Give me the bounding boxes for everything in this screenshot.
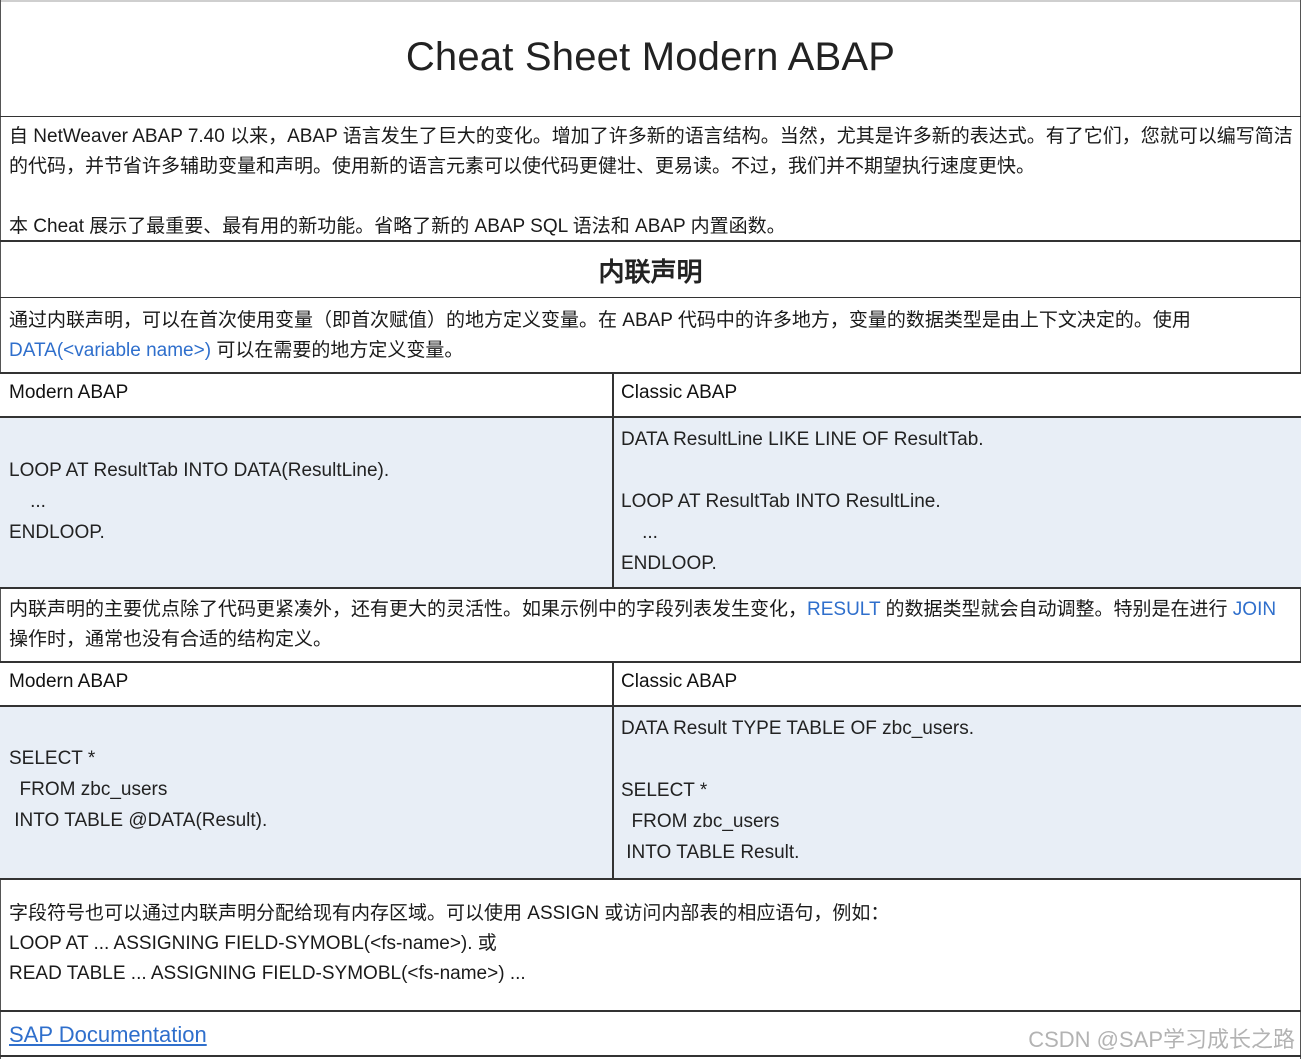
footer: SAP Documentation CSDN @SAP学习成长之路 (0, 1010, 1301, 1059)
table-2-header-classic: Classic ABAP (621, 671, 738, 692)
field-symbols-line-1: 字段符号也可以通过内联声明分配给现有内存区域。可以使用 ASSIGN 或访问内部… (9, 903, 890, 924)
desc-text-after: 可以在需要的地方定义变量。 (211, 340, 464, 361)
cheat-sheet-page: Cheat Sheet Modern ABAP 自 NetWeaver ABAP… (0, 0, 1301, 1059)
middle-text-part-2: 的数据类型就会自动调整。特别是在进行 (880, 599, 1233, 620)
middle-description-text: 内联声明的主要优点除了代码更紧凑外，还有更大的灵活性。如果示例中的字段列表发生变… (9, 595, 1279, 655)
table-1-modern-code: LOOP AT ResultTab INTO DATA(ResultLine).… (9, 460, 390, 543)
table-2-header: Modern ABAP Classic ABAP (0, 663, 1301, 707)
middle-keyword-result: RESULT (807, 599, 881, 620)
table-2-body: SELECT * FROM zbc_users INTO TABLE @DATA… (0, 707, 1301, 880)
table-1-column-divider (612, 374, 614, 589)
table-2-header-modern: Modern ABAP (9, 671, 129, 692)
table-2-column-divider (612, 663, 614, 880)
field-symbols-section: 字段符号也可以通过内联声明分配给现有内存区域。可以使用 ASSIGN 或访问内部… (0, 880, 1301, 1010)
table-1-header-classic: Classic ABAP (621, 382, 738, 403)
field-symbols-line-3: READ TABLE ... ASSIGNING FIELD-SYMOBL(<f… (9, 963, 526, 984)
csdn-watermark: CSDN @SAP学习成长之路 (1028, 1027, 1295, 1052)
intro-paragraph-1: 自 NetWeaver ABAP 7.40 以来，ABAP 语言发生了巨大的变化… (9, 126, 1293, 177)
comparison-table-2: Modern ABAP Classic ABAP SELECT * FROM z… (0, 663, 1301, 880)
comparison-table-1: Modern ABAP Classic ABAP LOOP AT ResultT… (0, 374, 1301, 589)
table-1-header-modern: Modern ABAP (9, 382, 129, 403)
desc-text-before: 通过内联声明，可以在首次使用变量（即首次赋值）的地方定义变量。在 ABAP 代码… (9, 310, 1191, 331)
middle-text-part-1: 内联声明的主要优点除了代码更紧凑外，还有更大的灵活性。如果示例中的字段列表发生变… (9, 599, 808, 620)
section-description-text: 通过内联声明，可以在首次使用变量（即首次赋值）的地方定义变量。在 ABAP 代码… (9, 306, 1279, 366)
table-2-classic-code: DATA Result TYPE TABLE OF zbc_users. SEL… (621, 718, 975, 863)
table-2-modern-code: SELECT * FROM zbc_users INTO TABLE @DATA… (9, 748, 268, 831)
title-row: Cheat Sheet Modern ABAP (0, 2, 1301, 117)
desc-keyword-data: DATA(<variable name>) (9, 340, 212, 361)
table-1-body: LOOP AT ResultTab INTO DATA(ResultLine).… (0, 418, 1301, 589)
sap-documentation-link[interactable]: SAP Documentation (9, 1022, 207, 1048)
section-heading-row: 内联声明 (0, 242, 1301, 298)
middle-description: 内联声明的主要优点除了代码更紧凑外，还有更大的灵活性。如果示例中的字段列表发生变… (0, 589, 1301, 663)
section-heading: 内联声明 (598, 257, 703, 287)
table-1-header: Modern ABAP Classic ABAP (0, 374, 1301, 418)
bottom-divider (0, 1055, 1301, 1057)
intro-paragraph-2: 本 Cheat 展示了最重要、最有用的新功能。省略了新的 ABAP SQL 语法… (9, 216, 786, 237)
middle-text-part-3: 操作时，通常也没有合适的结构定义。 (9, 629, 333, 650)
page-title: Cheat Sheet Modern ABAP (405, 35, 896, 79)
middle-keyword-join: JOIN (1232, 599, 1277, 620)
table-1-classic-code: DATA ResultLine LIKE LINE OF ResultTab. … (621, 429, 984, 574)
field-symbols-line-2: LOOP AT ... ASSIGNING FIELD-SYMOBL(<fs-n… (9, 933, 497, 954)
intro-section: 自 NetWeaver ABAP 7.40 以来，ABAP 语言发生了巨大的变化… (0, 116, 1301, 242)
section-description: 通过内联声明，可以在首次使用变量（即首次赋值）的地方定义变量。在 ABAP 代码… (0, 298, 1301, 374)
